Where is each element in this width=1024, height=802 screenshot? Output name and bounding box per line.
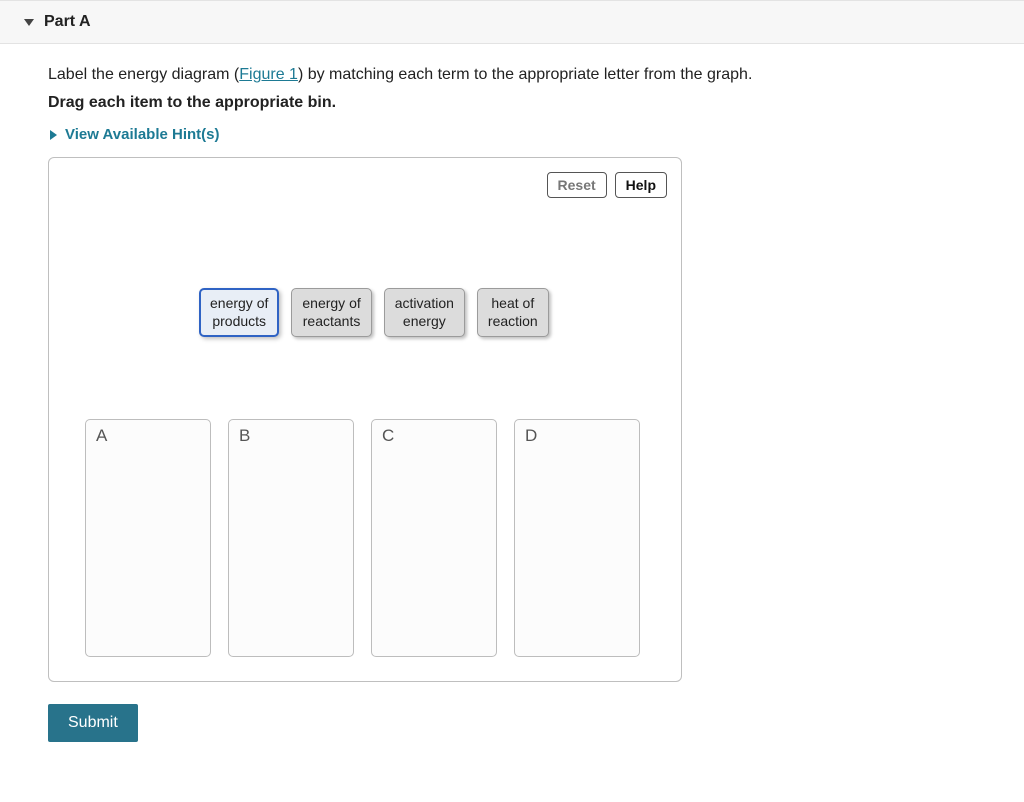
bin-a[interactable]: A <box>85 419 211 657</box>
figure-link[interactable]: Figure 1 <box>239 66 298 83</box>
drag-item-line2: reactants <box>303 313 361 329</box>
caret-right-icon <box>50 130 57 140</box>
drag-item-energy-of-reactants[interactable]: energy of reactants <box>291 288 371 337</box>
help-button[interactable]: Help <box>615 172 667 198</box>
submit-button[interactable]: Submit <box>48 704 138 742</box>
question-pre: Label the energy diagram ( <box>48 66 239 83</box>
drag-item-line2: energy <box>403 313 446 329</box>
drag-item-line2: products <box>212 313 266 329</box>
part-header[interactable]: Part A <box>0 0 1024 44</box>
drag-item-line1: energy of <box>210 295 268 311</box>
view-hints-toggle[interactable]: View Available Hint(s) <box>48 126 1024 143</box>
drag-drop-panel: Reset Help energy of products energy of … <box>48 157 682 682</box>
drag-item-line2: reaction <box>488 313 538 329</box>
hints-label: View Available Hint(s) <box>65 126 220 143</box>
reset-button[interactable]: Reset <box>547 172 607 198</box>
drag-item-energy-of-products[interactable]: energy of products <box>199 288 279 337</box>
caret-down-icon <box>24 19 34 26</box>
part-title: Part A <box>44 13 91 31</box>
bin-label: B <box>239 426 250 446</box>
drag-items-staging: energy of products energy of reactants a… <box>199 288 681 337</box>
bin-label: D <box>525 426 537 446</box>
bin-label: C <box>382 426 394 446</box>
drag-item-line1: energy of <box>302 295 360 311</box>
question-text: Label the energy diagram (Figure 1) by m… <box>48 66 1024 84</box>
bin-d[interactable]: D <box>514 419 640 657</box>
drag-item-heat-of-reaction[interactable]: heat of reaction <box>477 288 549 337</box>
drag-item-line1: activation <box>395 295 454 311</box>
drag-item-activation-energy[interactable]: activation energy <box>384 288 465 337</box>
bins-row: A B C D <box>85 419 681 657</box>
drag-item-line1: heat of <box>491 295 534 311</box>
bin-b[interactable]: B <box>228 419 354 657</box>
drag-instruction: Drag each item to the appropriate bin. <box>48 94 1024 112</box>
question-post: ) by matching each term to the appropria… <box>298 66 752 83</box>
bin-c[interactable]: C <box>371 419 497 657</box>
bin-label: A <box>96 426 107 446</box>
